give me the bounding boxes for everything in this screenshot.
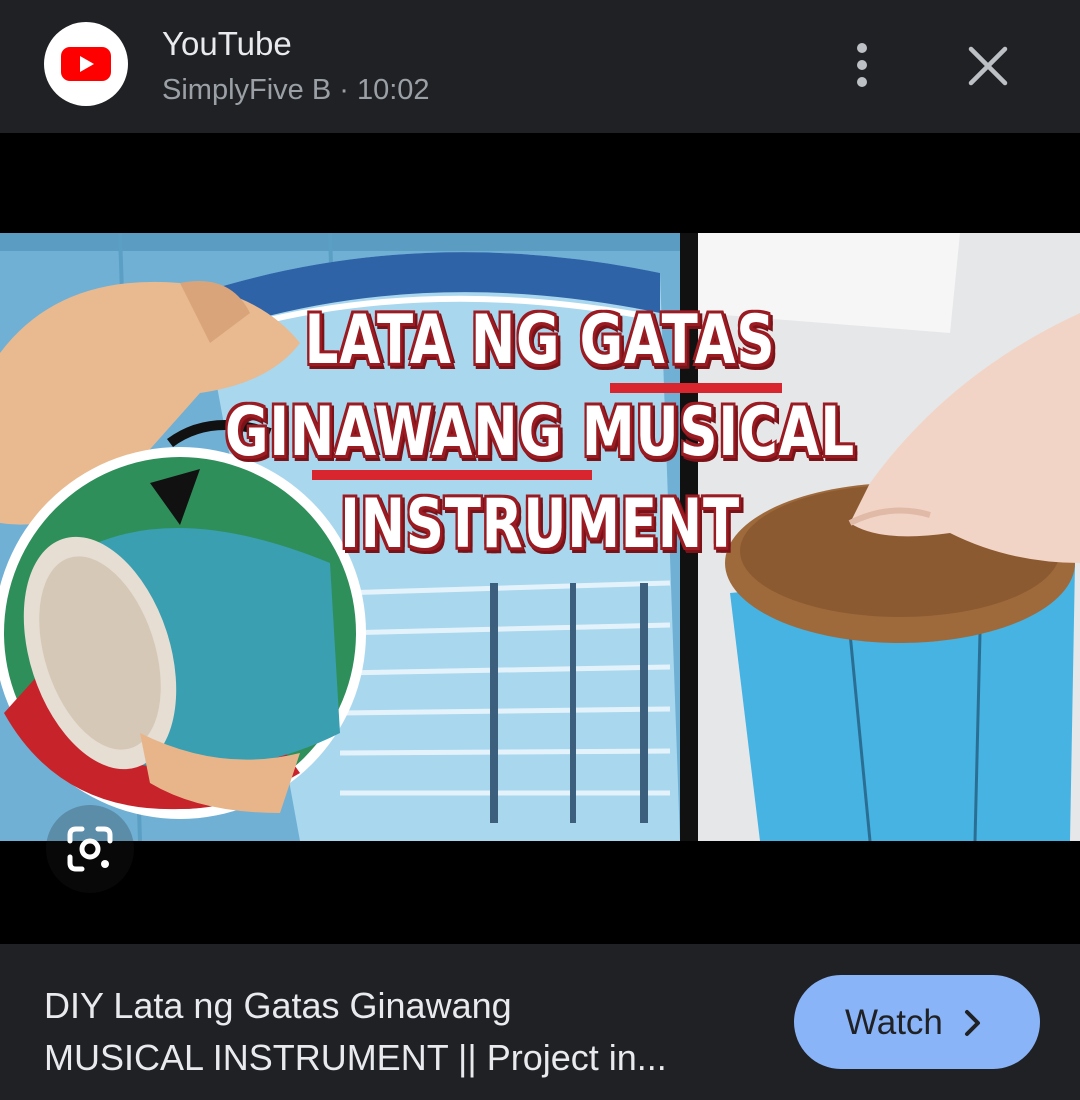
watch-button-label: Watch — [845, 1003, 943, 1042]
source-subtitle: SimplyFive B · 10:02 — [162, 74, 430, 106]
chevron-right-icon — [965, 1010, 980, 1036]
more-vertical-icon — [857, 43, 867, 87]
source-title[interactable]: YouTube — [162, 24, 292, 64]
result-footer: DIY Lata ng Gatas Ginawang MUSICAL INSTR… — [0, 944, 1080, 1100]
close-icon — [968, 46, 1008, 86]
more-options-button[interactable] — [840, 36, 884, 96]
google-lens-button[interactable] — [46, 805, 134, 893]
video-thumbnail[interactable]: LATA NG GATAS GINAWANG MUSICAL INSTRUMEN… — [0, 233, 1080, 841]
result-header: YouTube SimplyFive B · 10:02 — [0, 0, 1080, 133]
video-title-line-2: MUSICAL INSTRUMENT || Project in... — [44, 1037, 667, 1078]
video-title[interactable]: DIY Lata ng Gatas Ginawang MUSICAL INSTR… — [44, 980, 764, 1084]
thumbnail-illustration — [0, 233, 1080, 841]
video-title-line-1: DIY Lata ng Gatas Ginawang — [44, 985, 512, 1026]
image-preview[interactable]: LATA NG GATAS GINAWANG MUSICAL INSTRUMEN… — [0, 133, 1080, 944]
watch-button[interactable]: Watch — [794, 975, 1040, 1069]
google-lens-icon — [67, 826, 113, 872]
youtube-logo-icon — [44, 22, 128, 106]
close-button[interactable] — [960, 38, 1016, 94]
